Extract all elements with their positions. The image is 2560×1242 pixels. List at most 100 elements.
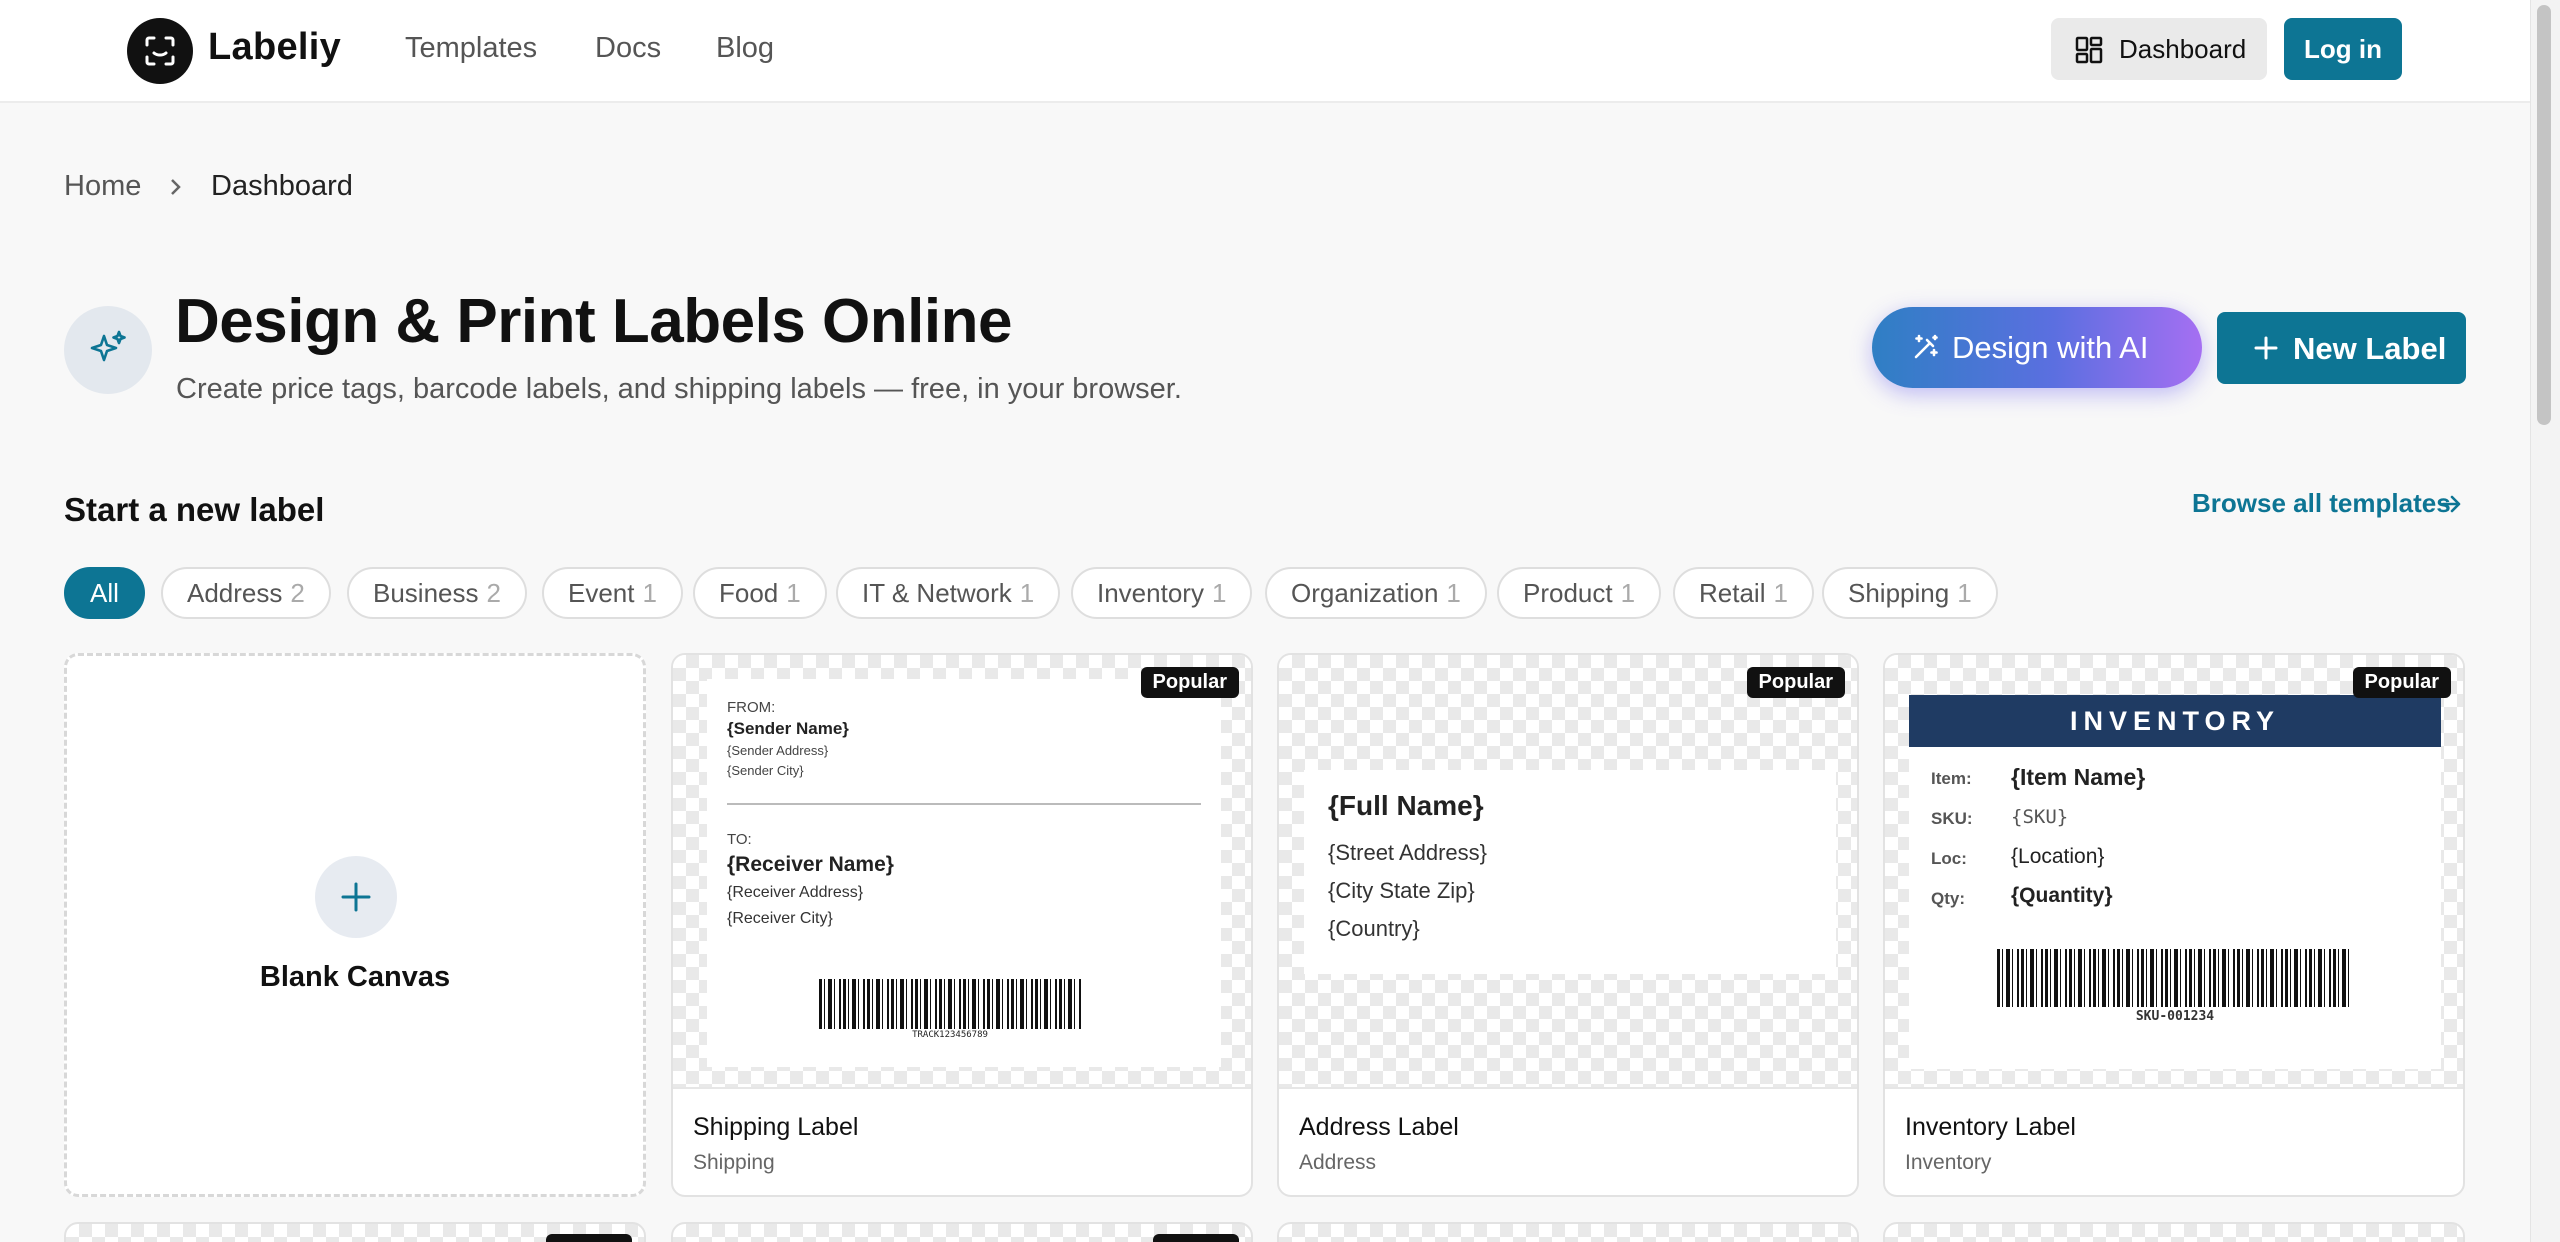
nav-templates[interactable]: Templates xyxy=(405,32,537,65)
preview-text: {Sender City} xyxy=(727,763,804,778)
plus-icon xyxy=(341,882,371,912)
preview-text: SKU: xyxy=(1931,809,1973,828)
template-card-shipping[interactable]: FROM: {Sender Name} {Sender Address} {Se… xyxy=(671,653,1253,1197)
preview-text: {Receiver Address} xyxy=(727,884,864,901)
label-paper: INVENTORY Item: {Item Name} SKU: {SKU} L… xyxy=(1909,695,2441,1069)
label-paper: {Full Name} {Street Address} {City State… xyxy=(1304,770,1836,974)
page-subtitle: Create price tags, barcode labels, and s… xyxy=(176,373,1182,405)
filter-chip-retail[interactable]: Retail 1 xyxy=(1673,567,1814,619)
template-preview: FROM: {Sender Name} {Sender Address} {Se… xyxy=(673,655,1251,1089)
dashboard-grid-icon xyxy=(2075,36,2103,64)
preview-text: {Quantity} xyxy=(2011,884,2113,907)
filter-chip-label: Food xyxy=(719,578,779,608)
nav-blog[interactable]: Blog xyxy=(716,32,774,65)
divider xyxy=(727,803,1201,805)
new-label-button[interactable]: New Label xyxy=(2217,312,2466,384)
template-card-inventory[interactable]: INVENTORY Item: {Item Name} SKU: {SKU} L… xyxy=(1883,653,2465,1197)
filter-chip-it-network[interactable]: IT & Network 1 xyxy=(836,567,1061,619)
filter-chip-label: IT & Network xyxy=(862,578,1012,608)
template-card-partial[interactable] xyxy=(1883,1222,2465,1242)
filter-chip-count: 1 xyxy=(1773,578,1788,608)
filter-chip-business[interactable]: Business 2 xyxy=(347,567,527,619)
scrollbar-thumb[interactable] xyxy=(2537,5,2551,425)
filter-chip-address[interactable]: Address 2 xyxy=(161,567,331,619)
dashboard-button-label: Dashboard xyxy=(2119,34,2247,64)
section-title: Start a new label xyxy=(64,491,325,528)
template-preview: INVENTORY Item: {Item Name} SKU: {SKU} L… xyxy=(1885,655,2463,1089)
filter-chip-all[interactable]: All xyxy=(64,567,145,619)
preview-text: {Location} xyxy=(2011,845,2105,868)
magic-wand-icon xyxy=(1914,334,1938,359)
template-card-partial[interactable] xyxy=(1277,1222,1859,1242)
popular-badge xyxy=(546,1234,632,1242)
card-category: Inventory xyxy=(1905,1151,1992,1174)
brand-name[interactable]: Labeliy xyxy=(208,26,341,69)
preview-text: {Street Address} xyxy=(1328,840,1487,865)
template-card-partial[interactable] xyxy=(671,1222,1253,1242)
breadcrumb-current: Dashboard xyxy=(211,170,353,202)
filter-chip-count: 1 xyxy=(1211,578,1227,608)
filter-chip-label: Organization xyxy=(1291,578,1439,608)
blank-canvas-label: Blank Canvas xyxy=(259,961,451,993)
filter-chip-count: 2 xyxy=(290,578,305,608)
filter-chip-label: Business xyxy=(373,578,479,608)
filter-chip-product[interactable]: Product 1 xyxy=(1497,567,1662,619)
filter-chip-label: Shipping xyxy=(1848,578,1950,608)
filter-chip-count: 2 xyxy=(486,578,501,608)
preview-text: TO: xyxy=(727,831,752,848)
filter-chip-label: Inventory xyxy=(1097,578,1204,608)
template-card-address[interactable]: {Full Name} {Street Address} {City State… xyxy=(1277,653,1859,1197)
preview-text: {Item Name} xyxy=(2011,764,2146,790)
preview-text: {Sender Address} xyxy=(727,743,829,758)
plus-icon xyxy=(2254,336,2278,360)
template-card-partial[interactable] xyxy=(64,1222,646,1242)
barcode xyxy=(819,979,1081,1029)
top-navigation-bar: Labeliy Templates Docs Blog Dashboard Lo… xyxy=(0,0,2530,103)
dashboard-button[interactable]: Dashboard xyxy=(2051,18,2267,80)
breadcrumb-home[interactable]: Home xyxy=(64,170,141,203)
preview-text: {Receiver Name} xyxy=(727,853,894,876)
sparkles-icon xyxy=(64,306,152,394)
design-with-ai-button[interactable]: Design with AI xyxy=(1872,307,2202,388)
chevron-right-icon xyxy=(171,179,181,195)
template-preview: {Full Name} {Street Address} {City State… xyxy=(1279,655,1857,1089)
barcode-text: SKU-001234 xyxy=(2135,1009,2215,1024)
nav-docs[interactable]: Docs xyxy=(595,32,661,65)
browse-templates-link[interactable]: Browse all templates xyxy=(2192,488,2461,519)
page-title: Design & Print Labels Online xyxy=(175,287,1012,356)
preview-text: Item: xyxy=(1931,769,1972,788)
card-category: Shipping xyxy=(693,1151,775,1174)
preview-text: {SKU} xyxy=(2011,806,2069,828)
new-label-label: New Label xyxy=(2293,331,2447,366)
popular-badge: Popular xyxy=(1140,667,1239,698)
preview-text: {City State Zip} xyxy=(1328,878,1475,903)
popular-badge: Popular xyxy=(1746,667,1845,698)
filter-chip-count: 1 xyxy=(1957,578,1972,608)
filter-chip-event[interactable]: Event 1 xyxy=(542,567,683,619)
card-title: Inventory Label xyxy=(1905,1113,2076,1141)
logo-icon[interactable] xyxy=(127,18,193,84)
card-title: Address Label xyxy=(1299,1113,1459,1141)
filter-chip-organization[interactable]: Organization 1 xyxy=(1265,567,1487,619)
filter-chip-count: 1 xyxy=(1446,578,1461,608)
filter-chip-label: Product xyxy=(1523,578,1613,608)
preview-text: Loc: xyxy=(1931,849,1967,868)
filter-chip-count: 1 xyxy=(786,578,801,608)
filter-chip-label: Address xyxy=(187,578,283,608)
filter-chip-label: All xyxy=(90,578,119,608)
filter-chip-food[interactable]: Food 1 xyxy=(693,567,827,619)
add-circle xyxy=(315,856,397,938)
filter-chip-shipping[interactable]: Shipping 1 xyxy=(1822,567,1998,619)
label-paper: FROM: {Sender Name} {Sender Address} {Se… xyxy=(707,679,1221,1067)
filter-chip-count: 1 xyxy=(1019,578,1035,608)
preview-text: {Country} xyxy=(1328,916,1420,941)
login-button[interactable]: Log in xyxy=(2284,18,2402,80)
filter-chip-inventory[interactable]: Inventory 1 xyxy=(1071,567,1253,619)
card-category: Address xyxy=(1299,1151,1377,1174)
filter-chip-count: 1 xyxy=(642,578,657,608)
filter-chip-label: Retail xyxy=(1699,578,1766,608)
barcode xyxy=(1997,949,2353,1007)
blank-canvas-card[interactable]: Blank Canvas xyxy=(64,653,646,1197)
inventory-header: INVENTORY xyxy=(1909,695,2441,747)
browse-templates-label: Browse all templates xyxy=(2192,488,2451,518)
